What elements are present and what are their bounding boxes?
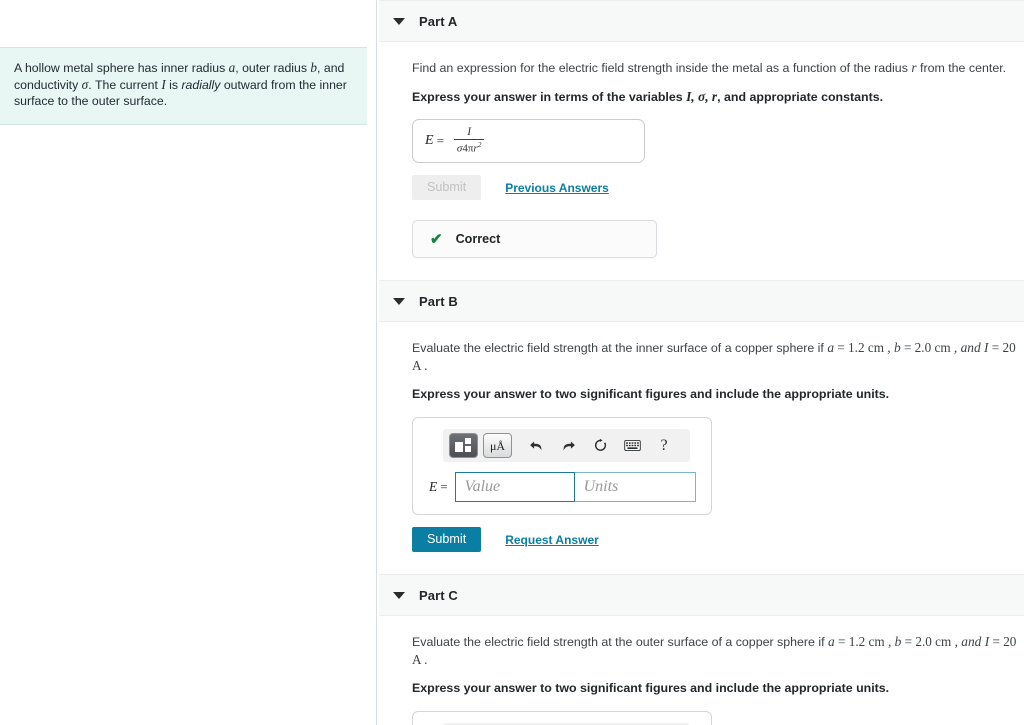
problem-seg-6: . The current — [88, 77, 162, 92]
part-a-actions: Submit Previous Answers — [412, 175, 1024, 200]
part-c-val-a: = 1.2 cm — [834, 634, 888, 649]
part-a-instruction-prefix: Express your answer in terms of the vari… — [412, 90, 687, 104]
part-b-var-b: , b — [887, 340, 901, 355]
part-a-previous-answers-link[interactable]: Previous Answers — [505, 181, 609, 195]
part-b-answer-widget: μÅ ? E = Value Units — [412, 417, 712, 515]
redo-icon[interactable] — [554, 434, 582, 458]
part-b-units-input[interactable] — [574, 472, 696, 502]
problem-seg-8: is — [165, 77, 182, 92]
part-b-request-answer-link[interactable]: Request Answer — [505, 533, 599, 547]
part-b-input-row: E = — [421, 472, 703, 502]
part-c-header[interactable]: Part C — [379, 574, 1024, 616]
part-a-feedback-banner: ✔ Correct — [412, 220, 657, 258]
part-a-instruction-suffix: , and appropriate constants. — [717, 90, 884, 104]
problem-statement-panel: A hollow metal sphere has inner radius a… — [0, 0, 377, 725]
problem-emphasis-radially: radially — [181, 77, 221, 92]
part-a-fraction-numerator: I — [467, 126, 472, 139]
part-b-answer-label: E — [429, 479, 438, 494]
part-c-instruction: Express your answer to two significant f… — [412, 681, 890, 695]
reset-icon[interactable] — [586, 434, 614, 458]
part-b-submit-button[interactable]: Submit — [412, 527, 482, 552]
part-b-header[interactable]: Part B — [379, 280, 1024, 322]
problem-seg-0: A hollow metal sphere has inner radius — [14, 61, 229, 75]
den-exponent: 2 — [477, 140, 482, 150]
part-c-var-i: , and I — [954, 634, 990, 649]
problem-seg-2: , outer radius — [235, 61, 311, 75]
chevron-down-icon-part-c[interactable] — [393, 591, 405, 599]
part-c-answer-widget: μÅ ? — [412, 711, 712, 725]
part-b-math-toolbar: μÅ ? — [443, 429, 690, 462]
part-a-body: Find an expression for the electric fiel… — [377, 42, 1024, 280]
part-b-answer-equals: = — [440, 479, 448, 494]
part-a-feedback-label: Correct — [455, 232, 501, 246]
units-icon-button[interactable]: μÅ — [483, 433, 512, 458]
micro-angstrom-icon: μÅ — [489, 438, 506, 453]
part-c-title: Part C — [419, 587, 458, 603]
help-icon[interactable]: ? — [650, 434, 678, 458]
part-b-instruction: Express your answer to two significant f… — [412, 387, 890, 401]
problem-statement-box: A hollow metal sphere has inner radius a… — [0, 47, 367, 125]
part-c-prompt-prefix: Evaluate the electric field strength at … — [412, 635, 829, 649]
part-a-title: Part A — [419, 13, 458, 29]
part-a-submit-button[interactable]: Submit — [412, 175, 482, 200]
part-b-prompt: Evaluate the electric field strength at … — [412, 322, 1024, 375]
part-b-prompt-prefix: Evaluate the electric field strength at … — [412, 341, 828, 355]
part-a-instruction: Express your answer in terms of the vari… — [412, 77, 1024, 106]
part-c-var-a: a — [828, 634, 835, 649]
part-a-header[interactable]: Part A — [379, 0, 1024, 42]
den-rest: 4π — [462, 143, 474, 156]
part-b-body: Evaluate the electric field strength at … — [377, 322, 1024, 574]
template-icon-button[interactable] — [449, 433, 478, 458]
part-b-var-i: , and I — [953, 340, 989, 355]
part-a-answer-fraction: I σ4πr2 — [453, 126, 485, 156]
part-a-instruction-vars: I, σ, r — [686, 89, 718, 104]
check-icon: ✔ — [430, 230, 443, 248]
chevron-down-icon-part-a[interactable] — [393, 17, 405, 25]
undo-icon[interactable] — [522, 434, 550, 458]
part-b-spacer — [412, 552, 1024, 574]
part-c-var-b: , b — [887, 634, 902, 649]
part-a-answer-equals: = — [436, 133, 444, 148]
help-question-mark: ? — [660, 436, 668, 454]
chevron-down-icon-part-b[interactable] — [393, 297, 405, 305]
part-a-answer-field[interactable]: E = I σ4πr2 — [412, 119, 645, 163]
part-b-val-b: = 2.0 cm — [900, 340, 954, 355]
part-a-spacer — [412, 258, 1024, 280]
keyboard-icon[interactable] — [618, 434, 646, 458]
problem-statement-text: A hollow metal sphere has inner radius a… — [14, 60, 353, 110]
assignment-panel: Part A Find an expression for the electr… — [377, 0, 1024, 725]
template-icon — [455, 438, 472, 453]
part-a-prompt-prefix: Find an expression for the electric fiel… — [412, 61, 912, 75]
part-b-title: Part B — [419, 293, 458, 309]
part-b-actions: Submit Request Answer — [412, 527, 1024, 552]
part-a-fraction-denominator: σ4πr2 — [453, 139, 485, 156]
part-c-val-b: = 2.0 cm — [901, 634, 955, 649]
part-a-answer-label: E — [425, 133, 434, 148]
page-root: A hollow metal sphere has inner radius a… — [0, 0, 1024, 725]
part-a-prompt-suffix: from the center. — [916, 61, 1007, 75]
part-b-val-a: = 1.2 cm — [834, 340, 888, 355]
part-b-value-input[interactable] — [454, 472, 575, 502]
part-c-prompt: Evaluate the electric field strength at … — [412, 616, 1024, 669]
part-c-body: Evaluate the electric field strength at … — [377, 616, 1024, 725]
part-a-prompt: Find an expression for the electric fiel… — [412, 42, 1024, 77]
